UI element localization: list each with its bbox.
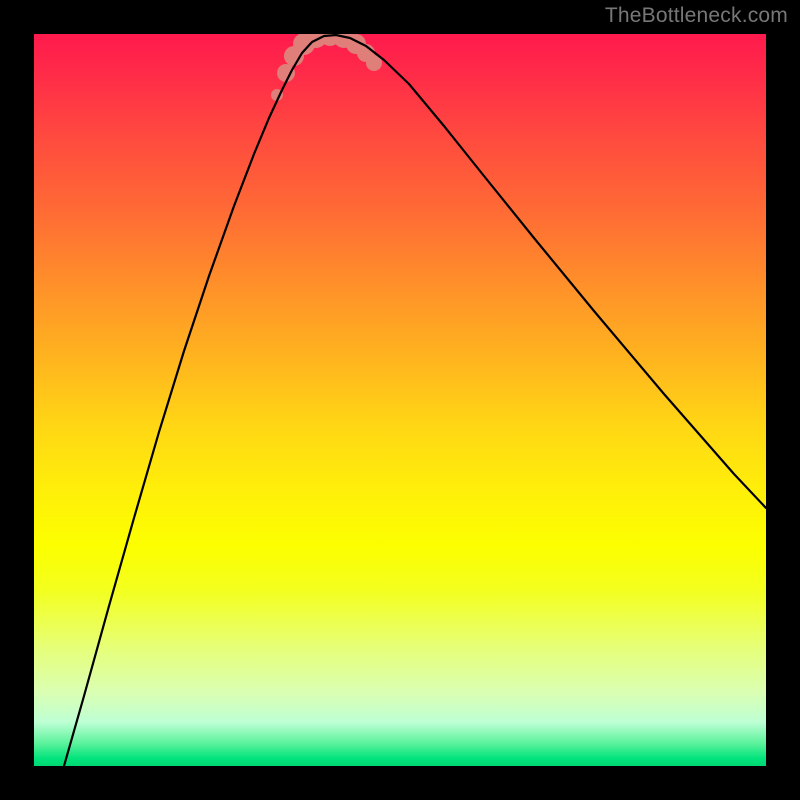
highlight-markers [271, 34, 382, 101]
highlight-marker [277, 64, 295, 82]
chart-frame: TheBottleneck.com [0, 0, 800, 800]
bottleneck-curve [64, 35, 766, 766]
bottleneck-curve-svg [34, 34, 766, 766]
watermark-text: TheBottleneck.com [605, 4, 788, 28]
plot-area [34, 34, 766, 766]
